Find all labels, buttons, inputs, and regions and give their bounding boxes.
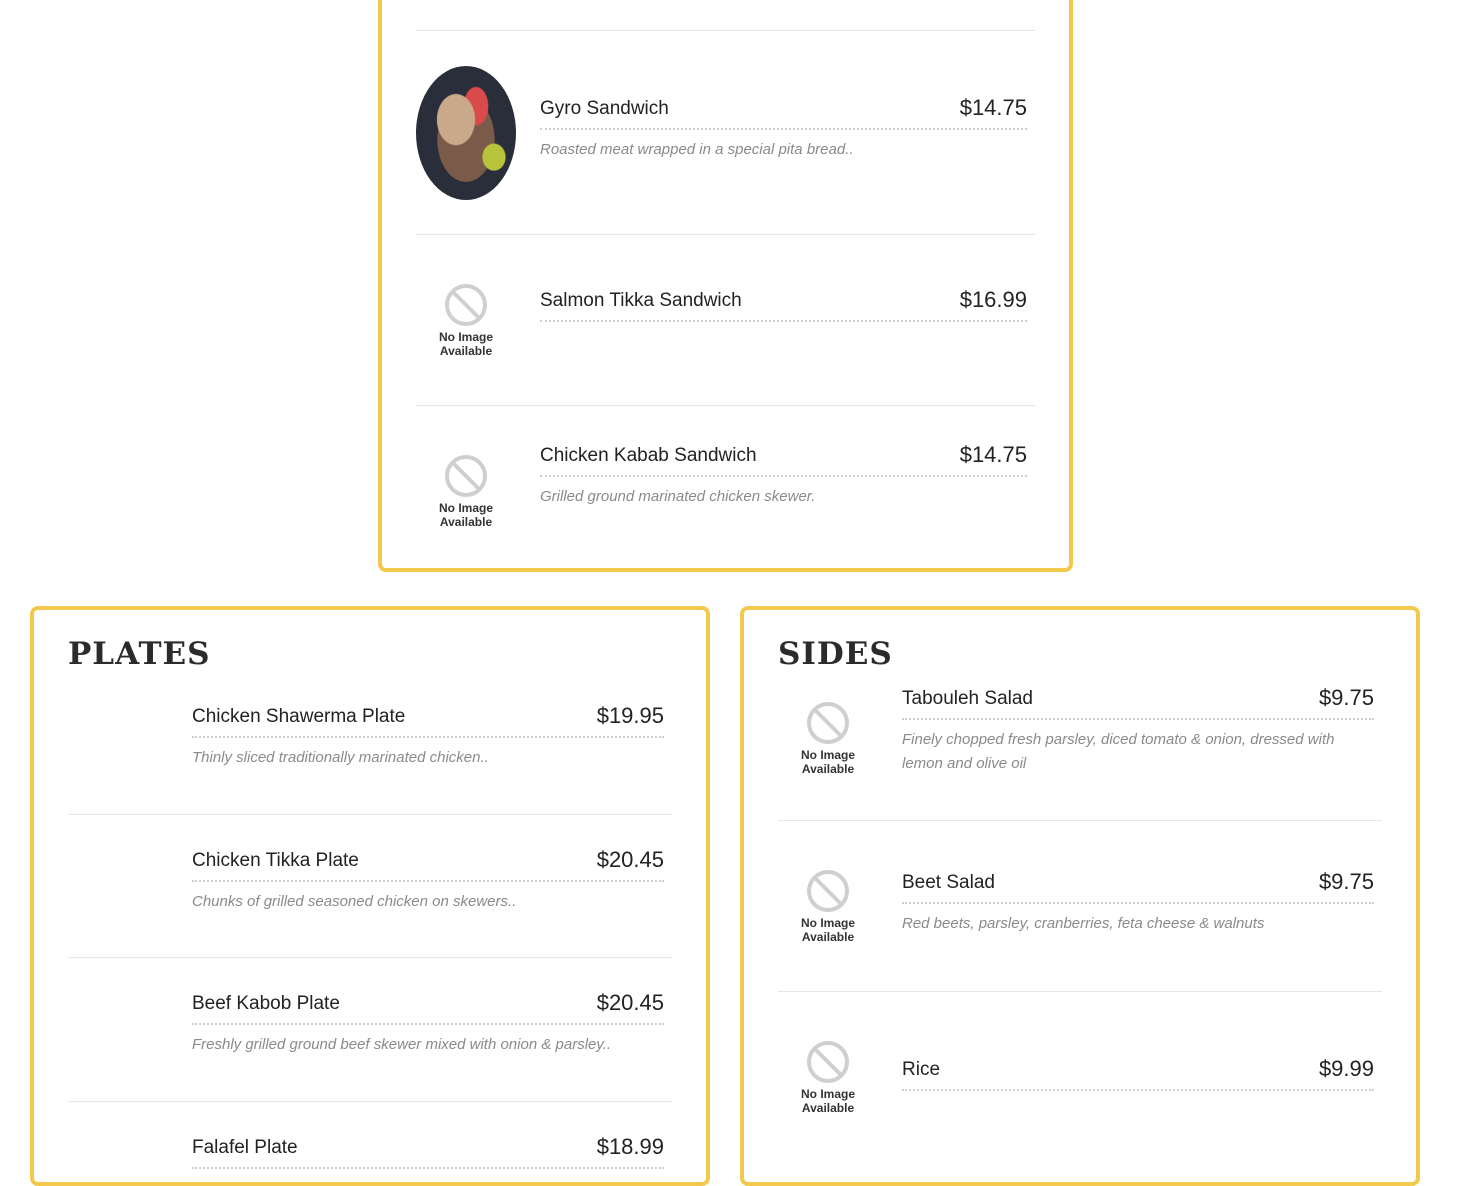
item-price: $9.99 — [1318, 1056, 1374, 1081]
item-description: Finely chopped fresh parsley, diced toma… — [902, 731, 1335, 772]
item-name: Chicken Kabab Sandwich — [540, 445, 757, 466]
plates-card: PLATES Chicken Shawerma Plate $19.95 Thi… — [30, 606, 710, 1186]
menu-item-falafel-plate[interactable]: Falafel Plate $18.99 — [68, 1101, 672, 1182]
menu-item-chicken-tikka-plate[interactable]: Chicken Tikka Plate $20.45 Chunks of gri… — [68, 814, 672, 958]
item-name: Salmon Tikka Sandwich — [540, 290, 742, 311]
item-name: Gyro Sandwich — [540, 98, 669, 119]
item-name: Chicken Shawerma Plate — [192, 706, 406, 727]
no-image-icon — [445, 284, 487, 326]
item-name: Tabouleh Salad — [902, 688, 1033, 709]
item-description: Thinly sliced traditionally marinated ch… — [192, 749, 489, 766]
item-price: $20.45 — [596, 990, 664, 1015]
menu-item-beet-salad[interactable]: No Image Available Beet Salad $9.75 Red b… — [778, 820, 1382, 991]
item-description: Freshly grilled ground beef skewer mixed… — [192, 1036, 612, 1053]
item-description: Grilled ground marinated chicken skewer. — [540, 488, 816, 505]
section-title: PLATES — [68, 636, 211, 672]
menu-item-tabouleh-salad[interactable]: No Image Available Tabouleh Salad $9.75 F… — [778, 685, 1382, 820]
item-name: Rice — [902, 1059, 941, 1080]
no-image-placeholder: No Image Available — [778, 702, 878, 782]
no-image-placeholder: No Image Available — [416, 455, 516, 535]
no-image-placeholder: No Image Available — [416, 284, 516, 364]
no-image-icon — [807, 870, 849, 912]
no-image-placeholder: No Image Available — [778, 1041, 878, 1121]
menu-item-beef-kabob-plate[interactable]: Beef Kabob Plate $20.45 Freshly grilled … — [68, 957, 672, 1101]
section-title: SIDES — [778, 636, 893, 672]
item-price: $18.99 — [596, 1134, 664, 1159]
item-price: $16.99 — [959, 287, 1027, 312]
item-name: Falafel Plate — [192, 1137, 298, 1158]
no-image-icon — [807, 702, 849, 744]
item-description: Red beets, parsley, cranberries, feta ch… — [902, 915, 1265, 932]
item-price: $14.75 — [959, 95, 1027, 120]
item-price: $14.75 — [959, 442, 1027, 467]
no-image-icon — [807, 1041, 849, 1083]
item-price: $19.95 — [596, 703, 664, 728]
sandwiches-card: Gyro Sandwich $14.75 Roasted meat wrappe… — [378, 0, 1073, 572]
no-image-icon — [445, 455, 487, 497]
item-description: Chunks of grilled seasoned chicken on sk… — [192, 893, 517, 910]
menu-item-rice[interactable]: No Image Available Rice $9.99 — [778, 991, 1382, 1162]
menu-item-chicken-kabab-sandwich[interactable]: No Image Available Chicken Kabab Sandwich… — [416, 405, 1035, 568]
item-price: $9.75 — [1318, 869, 1374, 894]
menu-item-salmon-tikka-sandwich[interactable]: No Image Available Salmon Tikka Sandwich … — [416, 234, 1035, 405]
item-name: Beef Kabob Plate — [192, 993, 340, 1014]
no-image-placeholder: No Image Available — [778, 870, 878, 950]
menu-item-chicken-shawerma-plate[interactable]: Chicken Shawerma Plate $19.95 Thinly sli… — [68, 703, 672, 814]
item-name: Beet Salad — [902, 872, 995, 893]
item-description: Roasted meat wrapped in a special pita b… — [540, 141, 854, 158]
gyro-photo[interactable] — [416, 66, 516, 200]
item-price: $9.75 — [1318, 685, 1374, 710]
item-price: $20.45 — [596, 847, 664, 872]
item-name: Chicken Tikka Plate — [192, 850, 359, 871]
sides-card: SIDES No Image Available Tabouleh Salad $… — [740, 606, 1420, 1186]
menu-item-gyro-sandwich[interactable]: Gyro Sandwich $14.75 Roasted meat wrappe… — [416, 30, 1035, 234]
